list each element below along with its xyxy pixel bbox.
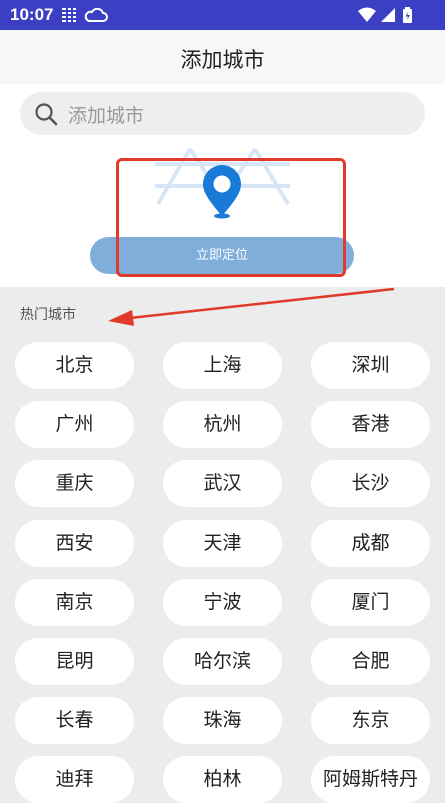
cloud-icon bbox=[84, 7, 108, 22]
signal-icon bbox=[381, 8, 395, 22]
status-notification-icons bbox=[61, 6, 111, 28]
city-button[interactable]: 杭州 bbox=[163, 401, 282, 448]
city-button[interactable]: 迪拜 bbox=[15, 756, 134, 803]
annotation-highlight-box bbox=[116, 158, 346, 277]
app-header: 添加城市 bbox=[0, 30, 445, 84]
city-button[interactable]: 南京 bbox=[15, 579, 134, 626]
battery-icon bbox=[403, 7, 412, 23]
city-button[interactable]: 厦门 bbox=[311, 579, 430, 626]
grid-icon bbox=[62, 7, 76, 23]
city-button[interactable]: 重庆 bbox=[15, 460, 134, 507]
city-button[interactable]: 昆明 bbox=[15, 638, 134, 685]
city-button[interactable]: 长沙 bbox=[311, 460, 430, 507]
city-button[interactable]: 合肥 bbox=[311, 638, 430, 685]
city-button[interactable]: 香港 bbox=[311, 401, 430, 448]
status-time: 10:07 bbox=[10, 5, 54, 24]
annotation-arrow bbox=[108, 287, 395, 326]
city-button[interactable]: 广州 bbox=[15, 401, 134, 448]
city-button[interactable]: 深圳 bbox=[311, 342, 430, 389]
city-button[interactable]: 珠海 bbox=[163, 697, 282, 744]
city-button[interactable]: 上海 bbox=[163, 342, 282, 389]
city-button[interactable]: 成都 bbox=[311, 520, 430, 567]
wifi-icon bbox=[358, 7, 376, 22]
city-button[interactable]: 柏林 bbox=[163, 756, 282, 803]
search-placeholder: 添加城市 bbox=[68, 105, 145, 127]
city-button[interactable]: 哈尔滨 bbox=[163, 638, 282, 685]
city-button[interactable]: 天津 bbox=[163, 520, 282, 567]
city-button[interactable]: 武汉 bbox=[163, 460, 282, 507]
city-button[interactable]: 西安 bbox=[15, 520, 134, 567]
search-icon bbox=[34, 102, 58, 130]
hot-cities-label: 热门城市 bbox=[20, 307, 76, 323]
city-button[interactable]: 东京 bbox=[311, 697, 430, 744]
city-button[interactable]: 宁波 bbox=[163, 579, 282, 626]
city-button[interactable]: 长春 bbox=[15, 697, 134, 744]
locate-section: 添加城市 立即定位 bbox=[0, 84, 445, 287]
status-bar: 10:07 bbox=[0, 0, 445, 30]
page-title: 添加城市 bbox=[180, 48, 265, 72]
search-input[interactable]: 添加城市 bbox=[20, 92, 425, 135]
status-system-icons bbox=[357, 6, 415, 28]
city-button[interactable]: 阿姆斯特丹 bbox=[311, 756, 430, 803]
city-button[interactable]: 北京 bbox=[15, 342, 134, 389]
